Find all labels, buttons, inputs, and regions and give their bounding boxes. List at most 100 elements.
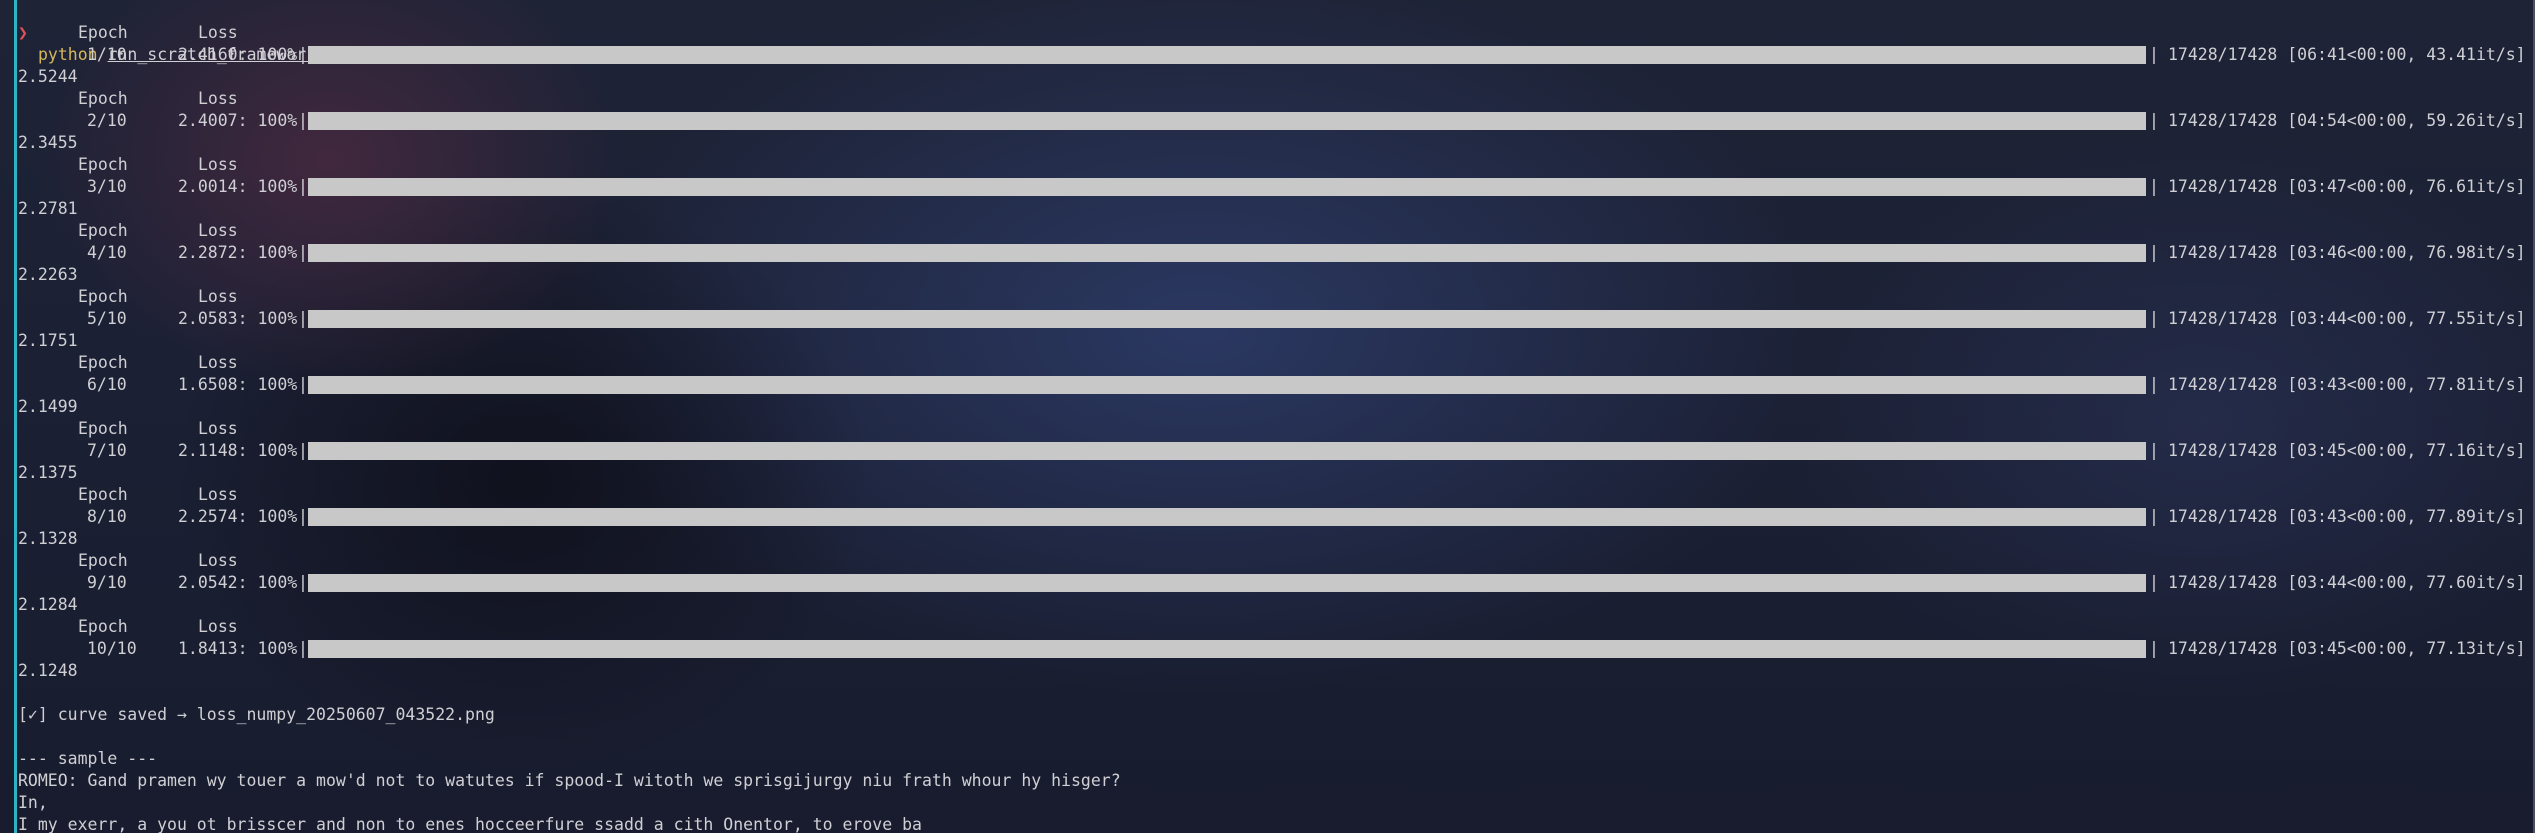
- epoch-final-loss-line: 2.1375: [18, 462, 2535, 484]
- loss-value: 2.4007: 100%: [178, 111, 298, 130]
- progress-bar-right-edge: |: [2149, 177, 2159, 196]
- epoch-final-loss-line: 2.1248: [18, 660, 2535, 682]
- epoch-block: Epoch Loss 8/10 2.2574: 100% | | 17428/17428 […: [18, 484, 2535, 550]
- progress-bar-fill: [308, 574, 2146, 592]
- progress-bar-right-edge: |: [2149, 441, 2159, 460]
- progress-bar: [308, 574, 2146, 592]
- epoch-final-loss-line: 2.1499: [18, 396, 2535, 418]
- epoch-header-line: Epoch Loss: [18, 484, 2535, 506]
- epoch-final-loss-line: 2.2781: [18, 198, 2535, 220]
- epoch-value: 6/10: [87, 375, 127, 394]
- progress-bar-right-edge: |: [2149, 639, 2159, 658]
- epoch-block: Epoch Loss 1/10 2.4160: 100% | | 17428/17428 […: [18, 22, 2535, 88]
- epoch-column-header: Epoch: [78, 287, 128, 306]
- terminal-output: ❯ python rnn_scratch_framework.py Epoch L…: [18, 0, 2535, 833]
- epoch-column-header: Epoch: [78, 617, 128, 636]
- progress-bar: [308, 640, 2146, 658]
- epoch-header-line: Epoch Loss: [18, 22, 2535, 44]
- epoch-value: 1/10: [87, 45, 127, 64]
- epoch-block: Epoch Loss 6/10 1.6508: 100% | | 17428/17428 […: [18, 352, 2535, 418]
- progress-bar-right-edge: |: [2149, 309, 2159, 328]
- progress-line: 8/10 2.2574: 100% | | 17428/17428 [03:43<00:…: [18, 506, 2535, 528]
- epoch-final-loss-line: 2.1751: [18, 330, 2535, 352]
- epoch-final-loss-line: 2.5244: [18, 66, 2535, 88]
- epoch-block: Epoch Loss 7/10 2.1148: 100% | | 17428/17428 […: [18, 418, 2535, 484]
- progress-bar-fill: [308, 178, 2146, 196]
- epoch-value: 2/10: [87, 111, 127, 130]
- sample-header-line: --- sample ---: [18, 726, 2535, 768]
- progress-bar-left-edge: |: [298, 111, 308, 130]
- progress-line: 1/10 2.4160: 100% | | 17428/17428 [06:41<00:…: [18, 44, 2535, 66]
- epoch-header-line: Epoch Loss: [18, 154, 2535, 176]
- progress-bar: [308, 112, 2146, 130]
- progress-bar-left-edge: |: [298, 45, 308, 64]
- loss-column-header: Loss: [198, 221, 238, 240]
- epoch-block: Epoch Loss 3/10 2.0014: 100% | | 17428/17428 […: [18, 154, 2535, 220]
- progress-line: 5/10 2.0583: 100% | | 17428/17428 [03:44<00:…: [18, 308, 2535, 330]
- progress-bar: [308, 310, 2146, 328]
- loss-value: 2.4160: 100%: [178, 45, 298, 64]
- epoch-value: 7/10: [87, 441, 127, 460]
- epoch-header-line: Epoch Loss: [18, 286, 2535, 308]
- epoch-final-loss: 2.1751: [18, 331, 78, 350]
- epoch-final-loss: 2.1328: [18, 529, 78, 548]
- epoch-value: 8/10: [87, 507, 127, 526]
- epoch-final-loss: 2.1375: [18, 463, 78, 482]
- loss-column-header: Loss: [198, 419, 238, 438]
- epoch-column-header: Epoch: [78, 551, 128, 570]
- epoch-block: Epoch Loss 10/10 1.8413: 100% | | 17428/17428 …: [18, 616, 2535, 682]
- loss-value: 2.0542: 100%: [178, 573, 298, 592]
- epoch-value: 9/10: [87, 573, 127, 592]
- epoch-final-loss-line: 2.3455: [18, 132, 2535, 154]
- epoch-column-header: Epoch: [78, 23, 128, 42]
- epoch-column-header: Epoch: [78, 353, 128, 372]
- epoch-header-line: Epoch Loss: [18, 352, 2535, 374]
- progress-stats: 17428/17428 [03:44<00:00, 77.55it/s]: [2168, 309, 2526, 328]
- progress-line: 2/10 2.4007: 100% | | 17428/17428 [04:54<00:…: [18, 110, 2535, 132]
- epoch-column-header: Epoch: [78, 221, 128, 240]
- progress-bar-left-edge: |: [298, 309, 308, 328]
- epoch-final-loss: 2.3455: [18, 133, 78, 152]
- loss-value: 2.1148: 100%: [178, 441, 298, 460]
- epoch-column-header: Epoch: [78, 89, 128, 108]
- progress-bar: [308, 508, 2146, 526]
- loss-value: 2.2872: 100%: [178, 243, 298, 262]
- loss-column-header: Loss: [198, 485, 238, 504]
- progress-bar: [308, 178, 2146, 196]
- progress-line: 10/10 1.8413: 100% | | 17428/17428 [03:45<00…: [18, 638, 2535, 660]
- progress-bar-right-edge: |: [2149, 573, 2159, 592]
- epoch-final-loss: 2.5244: [18, 67, 78, 86]
- epoch-block: Epoch Loss 5/10 2.0583: 100% | | 17428/17428 […: [18, 286, 2535, 352]
- progress-bar-right-edge: |: [2149, 243, 2159, 262]
- loss-value: 1.6508: 100%: [178, 375, 298, 394]
- epoch-final-loss: 2.1499: [18, 397, 78, 416]
- sample-line: ROMEO: Gand pramen wy touer a mow'd not …: [18, 748, 2535, 790]
- progress-bar-left-edge: |: [298, 243, 308, 262]
- epoch-header-line: Epoch Loss: [18, 550, 2535, 572]
- progress-stats: 17428/17428 [06:41<00:00, 43.41it/s]: [2168, 45, 2526, 64]
- progress-bar-fill: [308, 112, 2146, 130]
- epoch-header-line: Epoch Loss: [18, 418, 2535, 440]
- epoch-final-loss: 2.1248: [18, 661, 78, 680]
- terminal-window[interactable]: ❯ python rnn_scratch_framework.py Epoch L…: [0, 0, 2535, 833]
- epoch-final-loss: 2.2781: [18, 199, 78, 218]
- progress-line: 7/10 2.1148: 100% | | 17428/17428 [03:45<00:…: [18, 440, 2535, 462]
- progress-bar-right-edge: |: [2149, 45, 2159, 64]
- epoch-header-line: Epoch Loss: [18, 88, 2535, 110]
- progress-bar-fill: [308, 376, 2146, 394]
- epoch-block: Epoch Loss 9/10 2.0542: 100% | | 17428/17428 […: [18, 550, 2535, 616]
- progress-bar-left-edge: |: [298, 573, 308, 592]
- progress-bar-left-edge: |: [298, 639, 308, 658]
- loss-value: 1.8413: 100%: [178, 639, 298, 658]
- progress-bar-left-edge: |: [298, 507, 308, 526]
- progress-line: 6/10 1.6508: 100% | | 17428/17428 [03:43<00:…: [18, 374, 2535, 396]
- epoch-final-loss: 2.2263: [18, 265, 78, 284]
- epoch-block: Epoch Loss 4/10 2.2872: 100% | | 17428/17428 […: [18, 220, 2535, 286]
- progress-stats: 17428/17428 [03:46<00:00, 76.98it/s]: [2168, 243, 2526, 262]
- sample-text: I my exerr, a you ot brisscer and non to…: [18, 815, 922, 833]
- progress-line: 3/10 2.0014: 100% | | 17428/17428 [03:47<00:…: [18, 176, 2535, 198]
- saved-line: [✓] curve saved → loss_numpy_20250607_04…: [18, 682, 2535, 724]
- loss-value: 2.0014: 100%: [178, 177, 298, 196]
- epoch-value: 5/10: [87, 309, 127, 328]
